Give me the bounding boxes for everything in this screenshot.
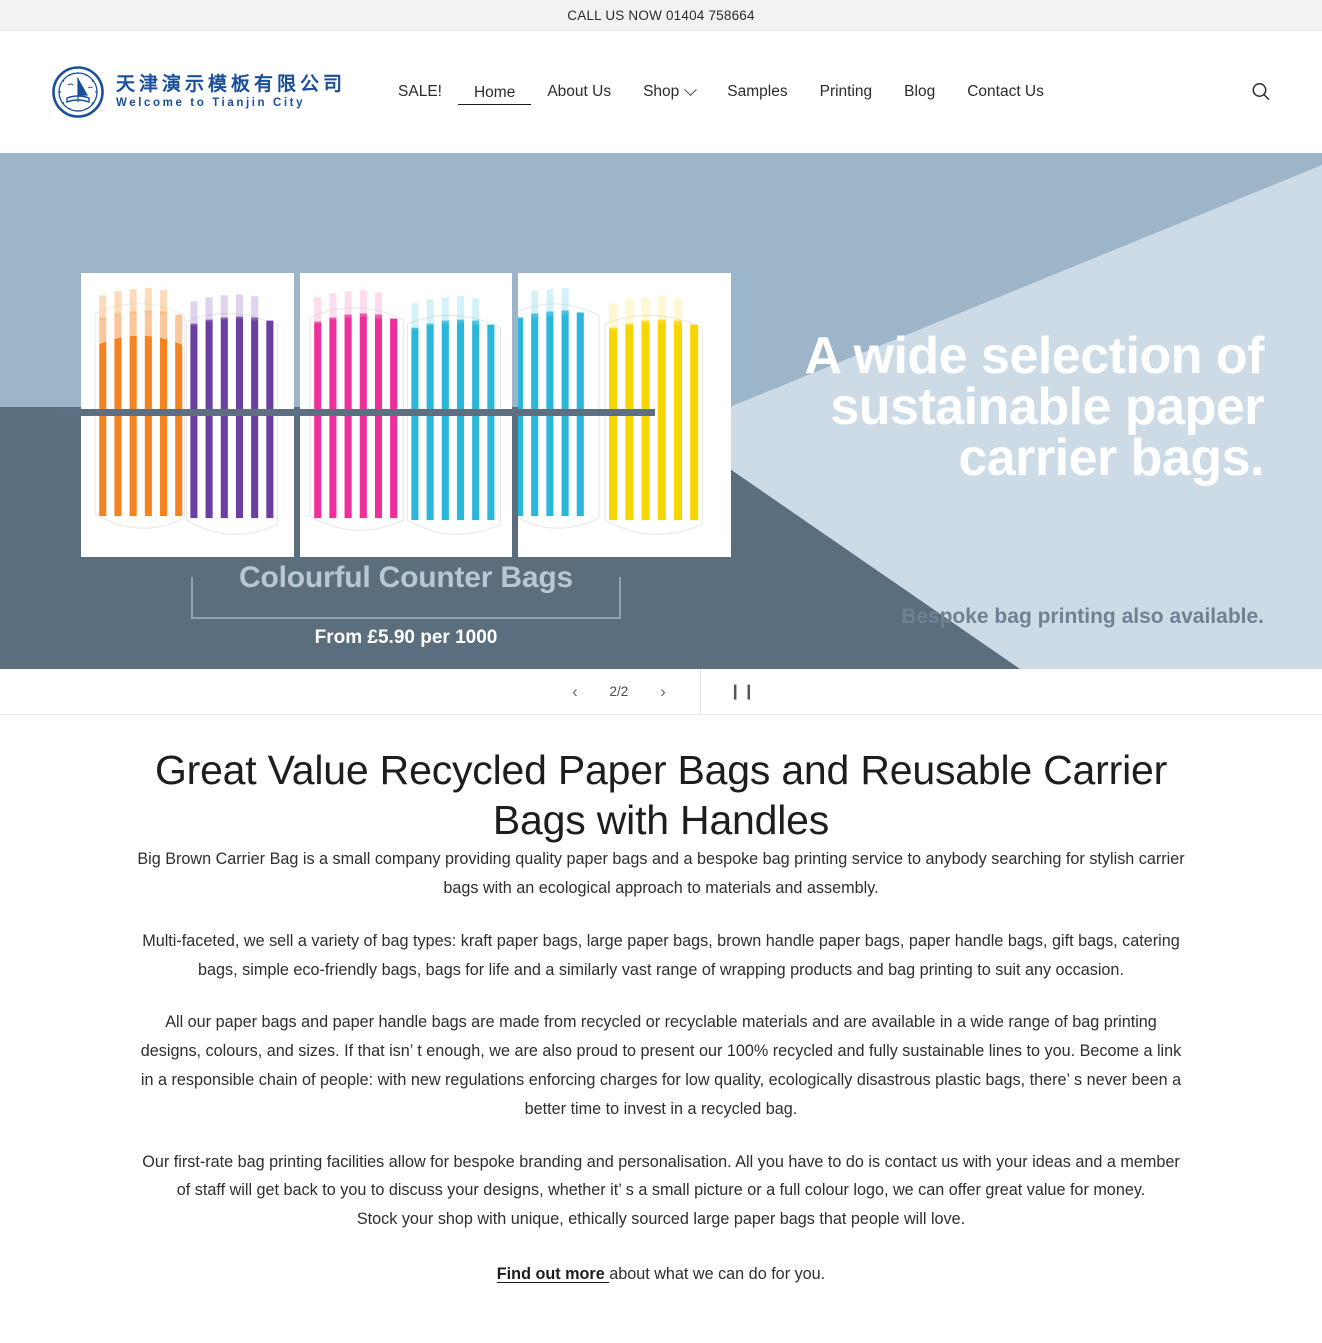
hero-headline: A wide selection of sustainable paper ca… <box>804 327 1264 487</box>
intro-copy: Big Brown Carrier Bag is a small company… <box>124 845 1199 1289</box>
nav-item-home[interactable]: Home <box>457 80 532 105</box>
nav-label: Contact Us <box>967 83 1044 100</box>
nav-label: Blog <box>904 83 936 100</box>
nav-item-shop[interactable]: Shop <box>627 79 711 105</box>
brand-logo-link[interactable]: 天津演示模板有限公司 Welcome to Tianjin City <box>52 66 346 118</box>
paragraph-5: Stock your shop with unique, ethically s… <box>356 1210 966 1229</box>
nav-label: Shop <box>643 83 680 100</box>
chevron-down-icon <box>684 82 698 96</box>
announcement-bar: CALL US NOW 01404 758664 <box>0 0 1322 31</box>
slider-prev-button[interactable]: ‹ <box>566 683 584 700</box>
nav-label: Samples <box>727 83 788 100</box>
hero-slider: A wide selection of sustainable paper ca… <box>0 153 1322 669</box>
slider-pause-button[interactable]: ❙❙ <box>729 684 756 699</box>
nav-item-printing[interactable]: Printing <box>804 79 889 105</box>
hero-caption-title: Colourful Counter Bags <box>239 561 573 594</box>
nav-label: Home <box>473 83 516 101</box>
nav-item-sale[interactable]: SALE! <box>382 79 458 105</box>
main-content: Great Value Recycled Paper Bags and Reus… <box>0 715 1322 1289</box>
slider-controls-bar: ‹ 2/2 › ❙❙ <box>0 668 1322 715</box>
brand-text-block: 天津演示模板有限公司 Welcome to Tianjin City <box>116 75 346 110</box>
search-button[interactable] <box>1244 75 1278 109</box>
site-header: 天津演示模板有限公司 Welcome to Tianjin City SALE!… <box>0 31 1322 153</box>
cta-rest-text: about what we can do for you. <box>609 1265 826 1284</box>
hero-caption-block: Colourful Counter Bags From £5.90 per 10… <box>191 561 621 649</box>
paragraph-2: Multi-faceted, we sell a variety of bag … <box>142 931 1180 979</box>
primary-navigation: SALE! Home About Us Shop Samples Printin… <box>382 79 1244 105</box>
hero-subline: Bespoke bag printing also available. <box>901 605 1264 628</box>
paragraph-3: All our paper bags and paper handle bags… <box>140 1013 1182 1118</box>
nav-item-contact-us[interactable]: Contact Us <box>951 79 1060 105</box>
nav-item-samples[interactable]: Samples <box>711 79 803 105</box>
paragraph-4: Our first-rate bag printing facilities a… <box>142 1152 1180 1200</box>
brand-name-chinese: 天津演示模板有限公司 <box>116 73 347 95</box>
company-emblem-icon <box>52 66 104 118</box>
photo-grid-divider <box>55 409 655 416</box>
nav-item-about-us[interactable]: About Us <box>531 79 627 105</box>
slider-next-button[interactable]: › <box>654 683 672 700</box>
nav-item-blog[interactable]: Blog <box>888 79 951 105</box>
paragraph-1: Big Brown Carrier Bag is a small company… <box>137 850 1185 897</box>
call-us-text: CALL US NOW 01404 758664 <box>567 7 755 23</box>
cta-line: Find out more about what we can do for y… <box>134 1260 1189 1289</box>
nav-label: About Us <box>547 83 612 100</box>
hero-caption-price: From £5.90 per 1000 <box>314 627 498 648</box>
caption-frame: Colourful Counter Bags <box>191 561 621 619</box>
search-icon <box>1252 83 1270 101</box>
slider-counter: 2/2 <box>609 684 629 699</box>
find-out-more-link[interactable]: Find out more <box>497 1265 609 1283</box>
page-title: Great Value Recycled Paper Bags and Reus… <box>154 747 1168 844</box>
nav-label: Printing <box>819 83 873 100</box>
slider-nav-group: ‹ 2/2 › <box>566 668 701 715</box>
nav-label: SALE! <box>398 83 442 100</box>
brand-name-english: Welcome to Tianjin City <box>116 96 306 109</box>
